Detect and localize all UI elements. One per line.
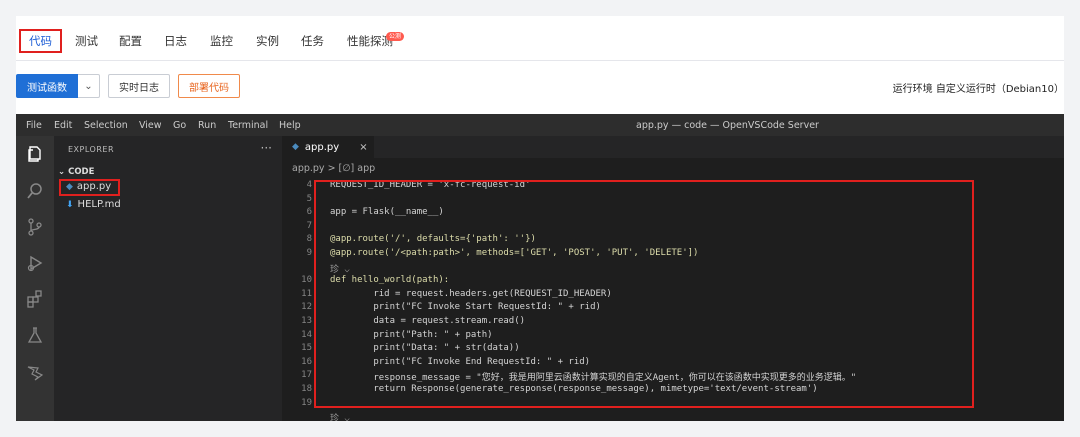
testing-flask-icon[interactable]	[25, 325, 45, 345]
line-number: 18	[301, 384, 312, 394]
menu-run[interactable]: Run	[198, 120, 216, 131]
line-number: 15	[301, 343, 312, 354]
beta-badge: 公测	[386, 32, 405, 41]
line-number: 19	[301, 397, 312, 408]
function-tabs: 代码 测试 配置 日志 监控 实例 任务 性能探测 公测	[16, 16, 1064, 61]
tab-test[interactable]: 测试	[75, 33, 98, 49]
close-icon[interactable]: ×	[359, 142, 367, 153]
breadcrumb[interactable]: app.py > [∅] app	[292, 163, 375, 174]
line-number: 10	[301, 275, 312, 286]
line-number: 8	[306, 234, 312, 245]
explorer-title: EXPLORER	[68, 145, 114, 154]
menu-file[interactable]: File	[26, 120, 42, 131]
markdown-file-icon: ⬇	[66, 199, 74, 210]
workspace-label: CODE	[68, 167, 95, 177]
line-number: 9	[306, 248, 312, 258]
editor-tab-app-py[interactable]: ◆ app.py ×	[282, 136, 374, 158]
menu-edit[interactable]: Edit	[54, 120, 72, 131]
more-actions-icon[interactable]: ···	[261, 141, 272, 155]
workspace-section[interactable]: ⌄ CODE	[58, 167, 94, 177]
tab-instances[interactable]: 实例	[256, 33, 279, 49]
editor-tabbar: ◆ app.py ×	[282, 136, 1064, 158]
run-debug-icon[interactable]	[25, 253, 45, 273]
line-number: 13	[301, 316, 312, 326]
tab-config[interactable]: 配置	[119, 33, 142, 49]
file-label: HELP.md	[77, 199, 121, 210]
line-number: 17	[301, 370, 312, 381]
realtime-log-button[interactable]: 实时日志	[108, 74, 170, 98]
code-line[interactable]: 珍 ⌵	[282, 411, 1064, 421]
deploy-code-button[interactable]: 部署代码	[178, 74, 240, 98]
tab-monitor[interactable]: 监控	[210, 33, 233, 49]
extensions-icon[interactable]	[25, 289, 45, 309]
file-help-md[interactable]: ⬇ HELP.md	[66, 199, 121, 210]
line-number: 6	[306, 207, 312, 218]
menu-go[interactable]: Go	[173, 120, 186, 131]
remote-tools-icon[interactable]	[25, 362, 45, 382]
highlight-box-code-tab	[19, 29, 62, 53]
line-number: 11	[301, 288, 312, 299]
editor-tab-label: app.py	[304, 141, 340, 153]
highlight-box-app-py	[59, 179, 120, 196]
python-file-icon: ◆	[292, 142, 299, 152]
menu-terminal[interactable]: Terminal	[228, 120, 268, 131]
line-number: 7	[306, 220, 312, 231]
chevron-down-icon[interactable]: ⌄	[78, 74, 100, 98]
test-function-button[interactable]: 测试函数	[16, 74, 78, 98]
explorer-sidebar: EXPLORER ··· ⌄ CODE ◆ app.py ⬇ HELP.md	[54, 136, 282, 421]
menu-bar: File Edit Selection View Go Run Terminal…	[16, 114, 1064, 136]
line-number: 5	[306, 193, 312, 204]
line-number: 16	[301, 356, 312, 367]
menu-help[interactable]: Help	[279, 120, 301, 131]
chevron-down-icon: ⌄	[58, 167, 69, 177]
line-number: 12	[301, 302, 312, 313]
line-content: 珍 ⌵	[330, 414, 350, 421]
tab-logs[interactable]: 日志	[164, 33, 187, 49]
window-title: app.py — code — OpenVSCode Server	[636, 120, 819, 131]
menu-view[interactable]: View	[139, 120, 162, 131]
search-icon[interactable]	[25, 181, 45, 201]
highlight-box-code	[314, 180, 974, 408]
console-frame: 代码 测试 配置 日志 监控 实例 任务 性能探测 公测 测试函数 ⌄ 实时日志…	[16, 16, 1064, 421]
source-control-icon[interactable]	[25, 217, 45, 237]
line-number: 14	[301, 329, 312, 340]
explorer-icon[interactable]	[25, 144, 45, 164]
tab-tasks[interactable]: 任务	[301, 33, 324, 49]
line-number: 4	[306, 180, 312, 190]
runtime-label: 运行环境 自定义运行时（Debian10）	[892, 84, 1064, 95]
menu-selection[interactable]: Selection	[84, 120, 128, 131]
vscode-window: File Edit Selection View Go Run Terminal…	[16, 114, 1064, 421]
activity-bar	[16, 136, 54, 421]
